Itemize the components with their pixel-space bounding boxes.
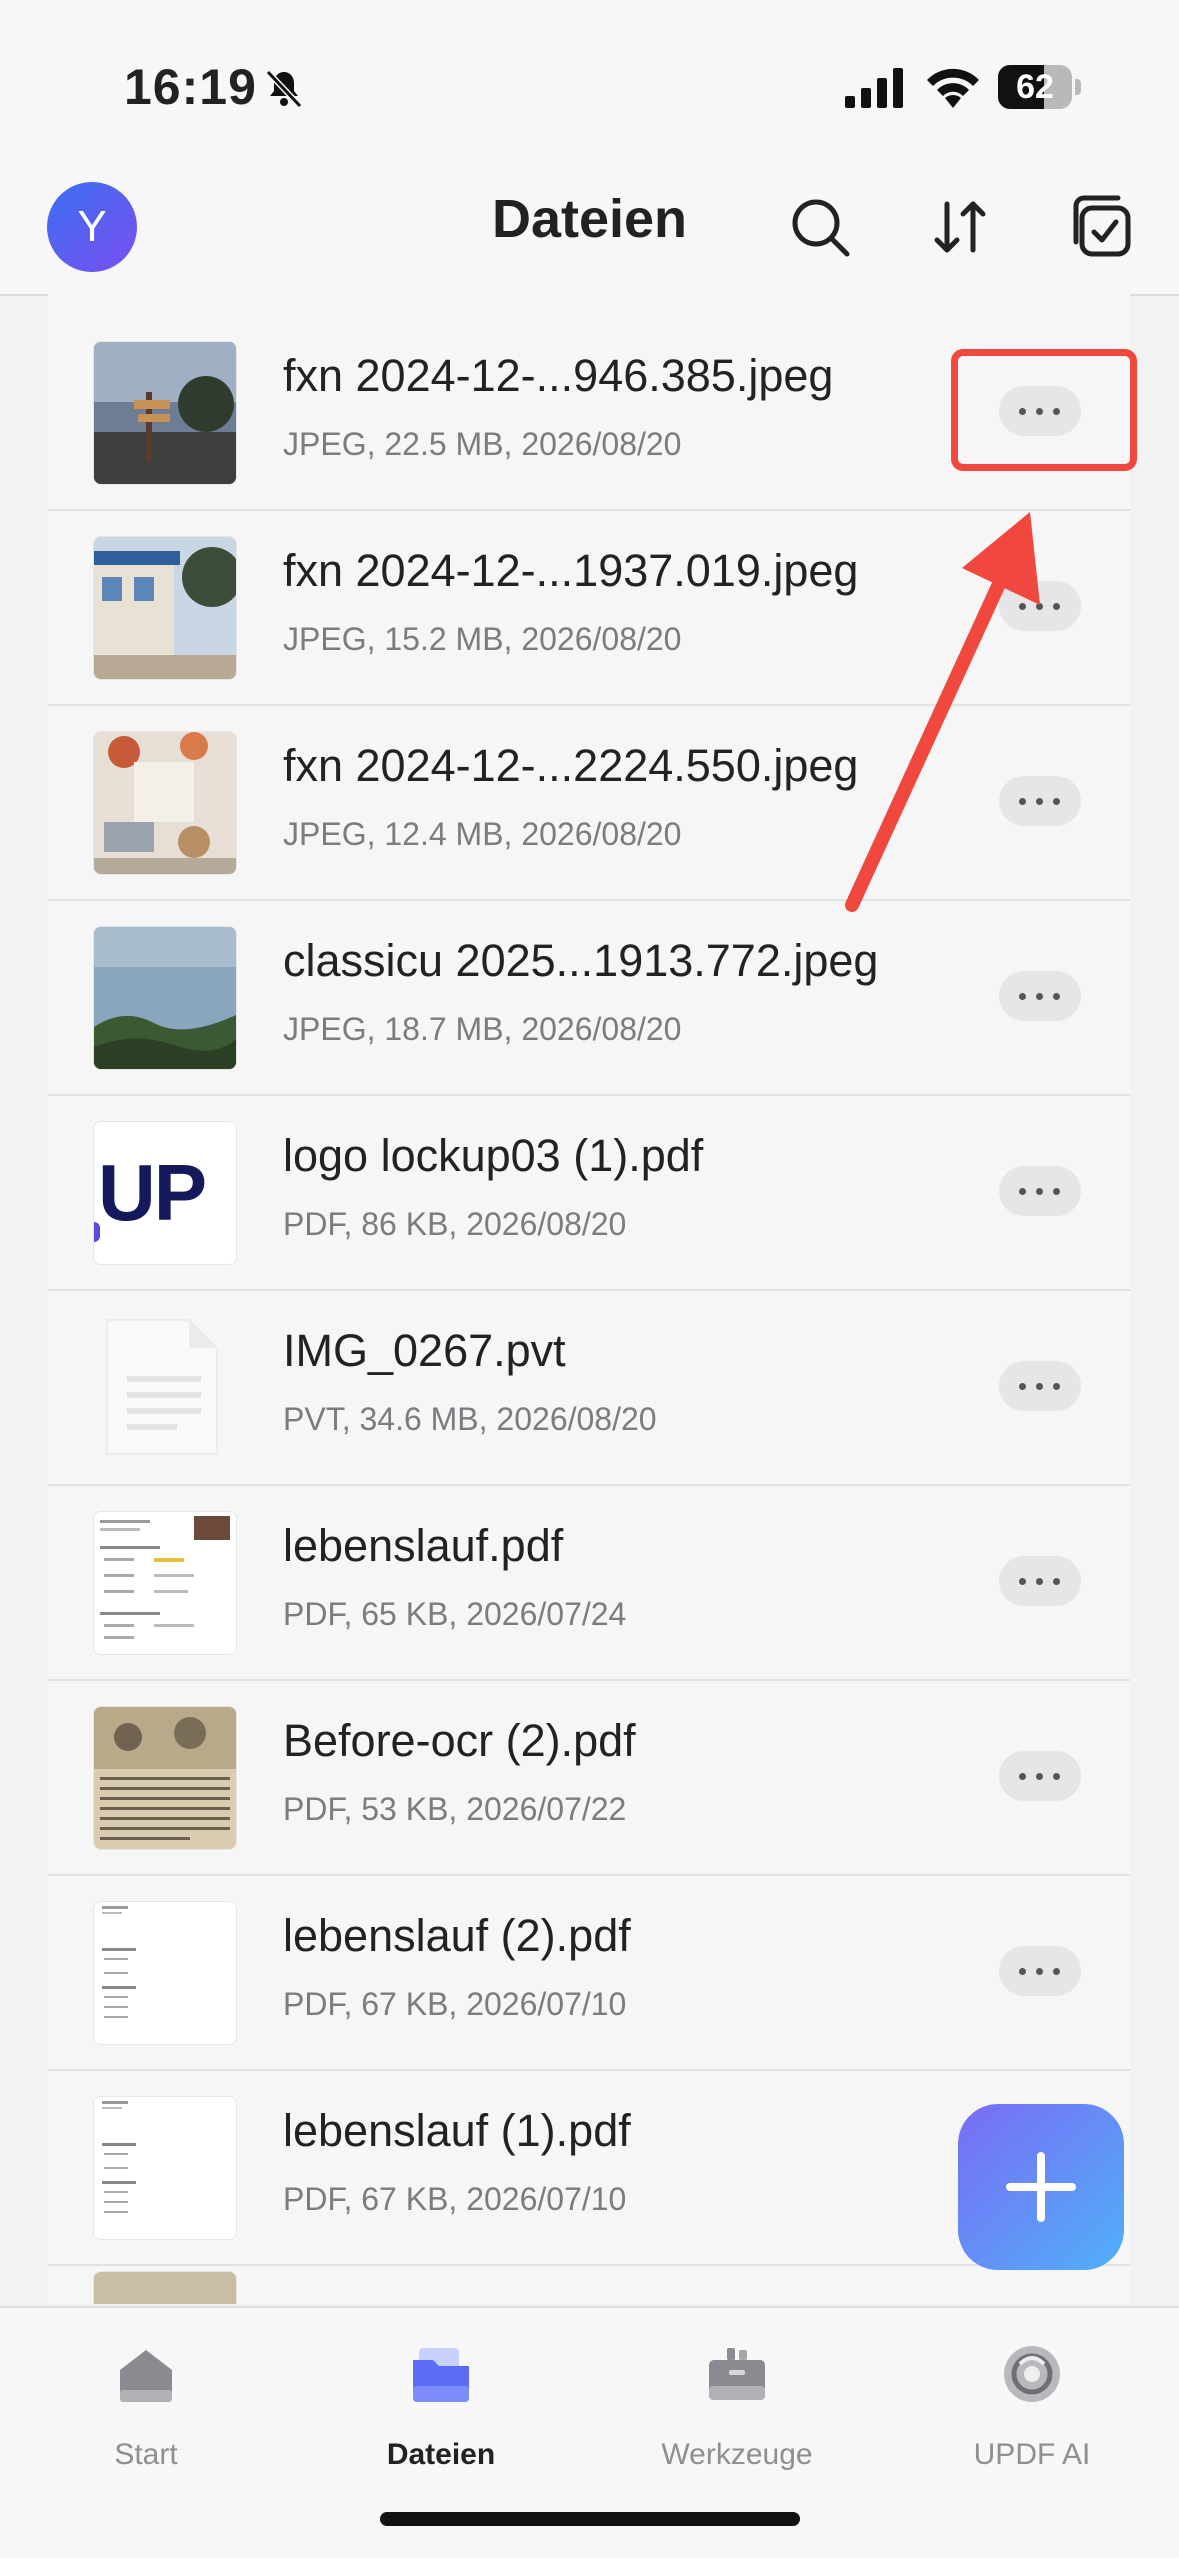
more-options-button[interactable]: [999, 581, 1081, 631]
thumbnail: UP: [93, 1121, 237, 1265]
file-row[interactable]: UP logo lockup03 (1).pdf PDF, 86 KB, 202…: [48, 1094, 1130, 1291]
tab-werkzeuge[interactable]: Werkzeuge: [617, 2328, 857, 2498]
bell-muted-icon: [265, 69, 303, 109]
file-row[interactable]: fxn 2024-12-...2224.550.jpeg JPEG, 12.4 …: [48, 704, 1130, 901]
file-row[interactable]: lebenslauf.pdf PDF, 65 KB, 2026/07/24: [48, 1484, 1130, 1681]
page-title: Dateien: [491, 189, 688, 249]
file-row[interactable]: lebenslauf (2).pdf PDF, 67 KB, 2026/07/1…: [48, 1874, 1130, 2071]
more-options-button[interactable]: [999, 1946, 1081, 1996]
generic-file-icon: [93, 1316, 235, 1458]
battery-percent: 62: [1016, 68, 1054, 106]
file-row[interactable]: classicu 2025...1913.772.jpeg JPEG, 18.7…: [48, 899, 1130, 1096]
thumbnail: [93, 536, 237, 680]
folder-icon: [413, 2348, 469, 2402]
tab-label: UPDF AI: [973, 2438, 1091, 2471]
thumbnail: [93, 2271, 237, 2304]
file-meta: JPEG, 12.4 MB, 2026/08/20: [283, 816, 682, 852]
tab-label: Werkzeuge: [661, 2438, 813, 2471]
file-name: fxn 2024-12-...946.385.jpeg: [283, 350, 834, 401]
file-row[interactable]: Before-ocr (2).pdf PDF, 53 KB, 2026/07/2…: [48, 1679, 1130, 1876]
file-name: lebenslauf.pdf: [283, 1520, 564, 1571]
home-indicator: [380, 2512, 800, 2526]
status-bar: 16:19 62: [0, 0, 1179, 150]
file-name: fxn 2024-12-...2224.550.jpeg: [283, 740, 859, 791]
add-button[interactable]: [958, 2104, 1124, 2270]
select-icon[interactable]: [1068, 192, 1138, 262]
file-meta: PDF, 67 KB, 2026/07/10: [283, 1986, 627, 2022]
tab-label: Dateien: [386, 2438, 496, 2471]
file-list: fxn 2024-12-...946.385.jpeg JPEG, 22.5 M…: [48, 314, 1130, 2304]
file-row[interactable]: IMG_0267.pvt PVT, 34.6 MB, 2026/08/20: [48, 1289, 1130, 1486]
more-options-button[interactable]: [999, 776, 1081, 826]
tab-label: Start: [114, 2438, 178, 2471]
battery-indicator: 62: [998, 65, 1082, 109]
thumbnail: [93, 1901, 237, 2045]
more-options-button[interactable]: [999, 1751, 1081, 1801]
file-name: lebenslauf (1).pdf: [283, 2105, 631, 2156]
highlight-box: [951, 349, 1137, 471]
nav-header: Y Dateien: [0, 150, 1179, 296]
file-meta: PDF, 67 KB, 2026/07/10: [283, 2181, 627, 2217]
status-time: 16:19: [124, 59, 257, 115]
toolbox-icon: [709, 2348, 765, 2400]
more-options-button[interactable]: [999, 1361, 1081, 1411]
file-name: classicu 2025...1913.772.jpeg: [283, 935, 879, 986]
thumbnail: [93, 341, 237, 485]
home-icon: [120, 2350, 172, 2402]
file-meta: PDF, 53 KB, 2026/07/22: [283, 1791, 627, 1827]
file-name: logo lockup03 (1).pdf: [283, 1130, 704, 1181]
thumbnail: [93, 1511, 237, 1655]
thumbnail: [93, 731, 237, 875]
search-icon[interactable]: [785, 192, 855, 262]
ai-icon: [1004, 2346, 1060, 2402]
signal-icon: [845, 68, 903, 108]
more-options-button[interactable]: [999, 1166, 1081, 1216]
thumbnail: [93, 2096, 237, 2240]
file-name: IMG_0267.pvt: [283, 1325, 566, 1376]
file-meta: PDF, 86 KB, 2026/08/20: [283, 1206, 627, 1242]
list-top-edge: [48, 294, 1130, 316]
file-name: lebenslauf (2).pdf: [283, 1910, 631, 1961]
file-meta: JPEG, 18.7 MB, 2026/08/20: [283, 1011, 682, 1047]
sort-icon[interactable]: [925, 192, 995, 262]
file-meta: JPEG, 15.2 MB, 2026/08/20: [283, 621, 682, 657]
file-meta: PVT, 34.6 MB, 2026/08/20: [283, 1401, 657, 1437]
thumbnail: [93, 926, 237, 1070]
tab-dateien[interactable]: Dateien: [321, 2328, 561, 2498]
file-name: Before-ocr (2).pdf: [283, 1715, 636, 1766]
file-name: fxn 2024-12-...1937.019.jpeg: [283, 545, 859, 596]
file-meta: JPEG, 22.5 MB, 2026/08/20: [283, 426, 682, 462]
tab-updf-ai[interactable]: UPDF AI: [912, 2328, 1152, 2498]
more-options-button[interactable]: [999, 1556, 1081, 1606]
more-options-button[interactable]: [999, 971, 1081, 1021]
file-meta: PDF, 65 KB, 2026/07/24: [283, 1596, 627, 1632]
thumbnail: [93, 1706, 237, 1850]
tab-start[interactable]: Start: [26, 2328, 266, 2498]
logo-thumb-text: UP: [98, 1148, 207, 1237]
file-row-partial[interactable]: [48, 2264, 1130, 2304]
wifi-icon: [927, 68, 979, 108]
file-row[interactable]: fxn 2024-12-...1937.019.jpeg JPEG, 15.2 …: [48, 509, 1130, 706]
